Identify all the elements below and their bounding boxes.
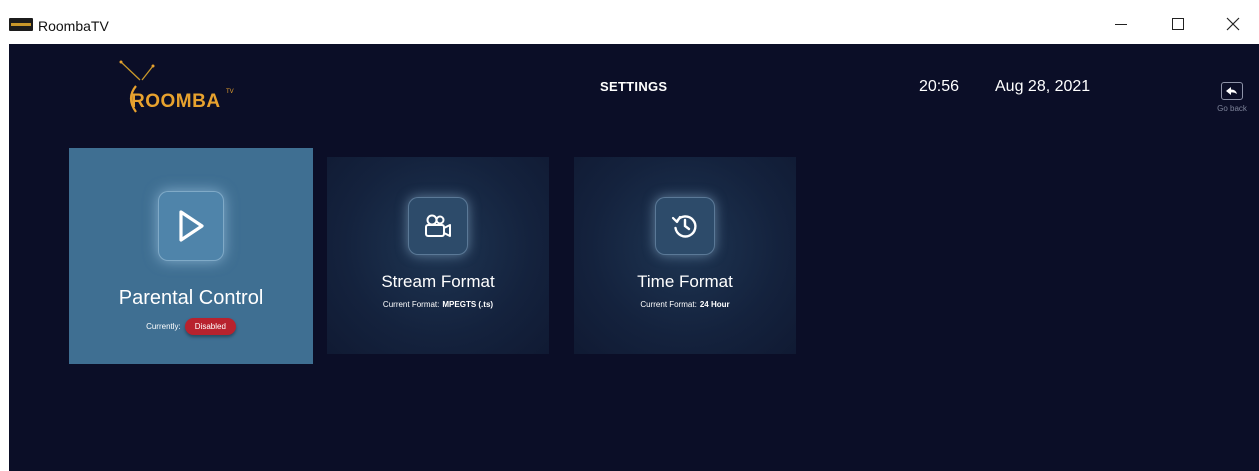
maximize-button[interactable] [1158,10,1198,38]
close-button[interactable] [1213,10,1253,38]
go-back-icon-box [1221,82,1243,100]
video-camera-icon [425,214,451,237]
stream-icon-box [408,197,468,255]
tile-stream-format[interactable]: Stream Format Current Format: MPEGTS (.t… [327,157,549,354]
status-badge: Disabled [184,318,236,335]
tile-subtitle: Currently: Disabled [146,318,236,335]
tile-parental-control[interactable]: Parental Control Currently: Disabled [69,148,313,364]
tile-subtitle: Current Format: MPEGTS (.ts) [383,300,493,309]
close-icon [1226,17,1240,31]
window-title: RoombaTV [38,18,109,34]
minimize-button[interactable] [1101,10,1141,38]
time-icon-box [655,197,715,255]
parental-icon-box [158,191,224,261]
play-icon [179,210,204,242]
logo-tv: TV [226,89,234,95]
app-icon [9,18,33,31]
logo-text: ROOMBA [131,91,221,112]
format-value: 24 Hour [699,300,730,309]
page-title: SETTINGS [600,79,668,94]
format-label: Current Format: [382,300,440,309]
format-label: Current Format: [640,300,697,309]
app-content: ROOMBA TV SETTINGS 20:56 Aug 28, 2021 Go… [9,44,1259,471]
go-back-button[interactable]: Go back [1214,82,1250,113]
tile-name: Parental Control [118,287,264,309]
tile-name: Time Format [637,272,733,291]
maximize-icon [1172,18,1184,30]
tile-name: Stream Format [381,272,495,291]
clock: 20:56 [919,78,960,95]
date: Aug 28, 2021 [995,78,1091,95]
format-value: MPEGTS (.ts) [442,300,494,309]
status-label: Currently: [146,322,181,331]
window-titlebar: RoombaTV [0,0,1259,44]
roomba-logo: ROOMBA TV [109,58,259,118]
history-clock-icon [671,215,697,238]
minimize-icon [1115,23,1127,25]
tile-subtitle: Current Format: 24 Hour [640,300,729,309]
go-back-label: Go back [1217,104,1247,113]
back-arrow-icon [1226,87,1237,95]
tile-time-format[interactable]: Time Format Current Format: 24 Hour [574,157,796,354]
